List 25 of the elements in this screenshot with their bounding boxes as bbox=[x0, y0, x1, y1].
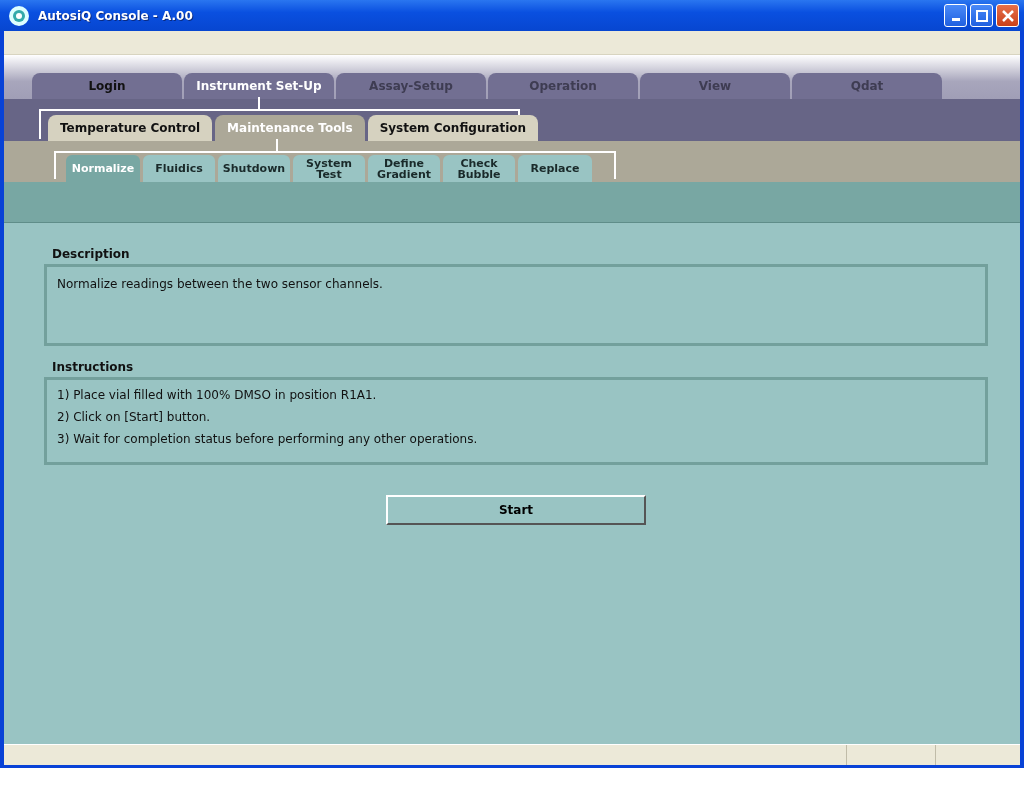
maximize-button[interactable] bbox=[970, 4, 993, 27]
minimize-button[interactable] bbox=[944, 4, 967, 27]
section-heading: Description bbox=[52, 247, 131, 261]
window-title: AutosiQ Console - A.00 bbox=[38, 8, 194, 23]
main-tab[interactable]: Login bbox=[32, 73, 182, 99]
minimize-icon bbox=[951, 18, 960, 21]
maximize-icon bbox=[975, 9, 988, 22]
app-logo-icon bbox=[8, 4, 30, 27]
tool-tab[interactable]: Check Bubble bbox=[443, 155, 515, 182]
close-icon bbox=[1001, 9, 1014, 22]
section-heading: Instructions bbox=[52, 360, 135, 374]
tool-tab[interactable]: Replace bbox=[518, 155, 592, 182]
sub-tab[interactable]: System Configuration bbox=[367, 115, 539, 141]
tool-tab[interactable]: Shutdown bbox=[218, 155, 290, 182]
instruction-step: 2) Click on [Start] button. bbox=[57, 410, 959, 424]
tool-tab[interactable]: Fluidics bbox=[143, 155, 215, 182]
instruction-step: 1) Place vial filled with 100% DMSO in position R1A1. bbox=[57, 388, 959, 402]
sub-tab[interactable]: Temperature Control bbox=[48, 115, 213, 141]
description-text: Normalize readings between the two sensor channels. bbox=[57, 277, 384, 291]
start-button[interactable]: Start bbox=[386, 495, 646, 525]
instruction-step: 3) Wait for completion status before performing any other operations. bbox=[57, 432, 959, 446]
main-tab[interactable]: Instrument Set-Up bbox=[184, 73, 334, 99]
close-button[interactable] bbox=[996, 4, 1019, 27]
tool-tab[interactable]: System Test bbox=[293, 155, 365, 182]
tool-tab[interactable]: Define Gradient bbox=[368, 155, 440, 182]
